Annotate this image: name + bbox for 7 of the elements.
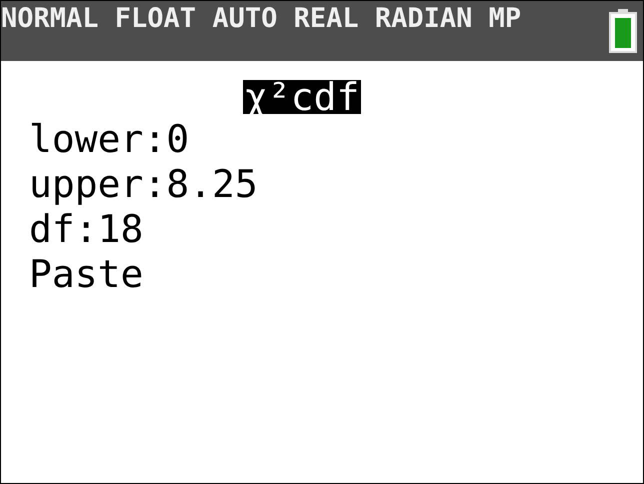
battery-icon [609, 9, 637, 53]
menu-item[interactable]: upper:8.25 [29, 162, 258, 207]
menu-item[interactable]: Paste [29, 252, 144, 297]
screen-title: χ²cdf [243, 80, 362, 114]
mode-indicators: NORMAL FLOAT AUTO REAL RADIAN MP [1, 2, 522, 36]
menu-item[interactable]: lower:0 [29, 117, 190, 162]
menu-item[interactable]: df:18 [29, 207, 144, 252]
